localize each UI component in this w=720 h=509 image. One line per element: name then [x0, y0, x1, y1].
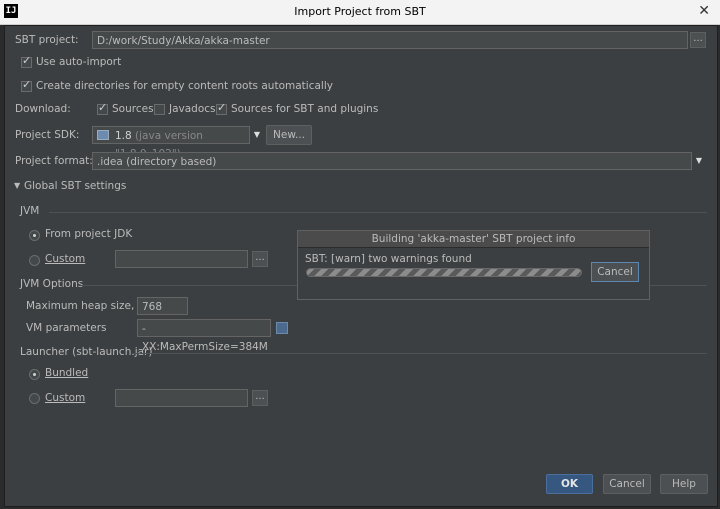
jvm-separator — [49, 212, 707, 213]
jvm-from-jdk-label: From project JDK — [45, 228, 133, 240]
launcher-custom-label: Custom — [45, 392, 86, 404]
project-sdk-combo[interactable]: 1.8 (java version "1.8.0_102") — [92, 126, 263, 160]
launcher-browse-button[interactable]: ... — [252, 390, 268, 406]
cancel-button[interactable]: Cancel — [603, 474, 651, 494]
collapse-arrow-icon[interactable]: ▼ — [14, 181, 20, 190]
sources-checkbox[interactable] — [97, 101, 108, 115]
jvm-browse-button[interactable]: ... — [252, 251, 268, 267]
help-button[interactable]: Help — [660, 474, 708, 494]
jvm-section-header: JVM — [20, 205, 40, 217]
ok-button[interactable]: OK — [546, 474, 593, 494]
heap-size-label: Maximum heap size, MB — [26, 300, 154, 312]
jvm-custom-label: Custom — [45, 253, 86, 265]
auto-import-checkbox[interactable] — [21, 54, 32, 68]
launcher-section-header: Launcher (sbt-launch.jar) — [20, 346, 153, 358]
create-dirs-label: Create directories for empty content roo… — [36, 80, 333, 92]
expand-editor-icon[interactable] — [276, 322, 288, 334]
launcher-custom-path-field[interactable] — [115, 389, 248, 407]
sbt-project-label: SBT project: — [15, 34, 79, 46]
vm-parameters-field[interactable]: -XX:MaxPermSize=384M — [137, 319, 271, 353]
jvm-from-jdk-radio[interactable] — [29, 230, 40, 241]
vm-parameters-label: VM parameters — [26, 322, 107, 334]
build-progress-dialog: Building 'akka-master' SBT project info … — [297, 230, 650, 300]
new-sdk-button[interactable]: New... — [266, 125, 312, 145]
window-title-bar: IJ Import Project from SBT ✕ — [0, 0, 720, 25]
launcher-bundled-label: Bundled — [45, 367, 89, 379]
sources-label: Sources — [112, 103, 154, 115]
javadocs-checkbox[interactable] — [154, 104, 165, 115]
sbt-project-browse-button[interactable]: ... — [690, 32, 706, 48]
window-title: Import Project from SBT — [294, 5, 426, 18]
sbt-sources-label: Sources for SBT and plugins — [231, 103, 379, 115]
global-sbt-settings-header[interactable]: Global SBT settings — [24, 180, 126, 192]
download-label: Download: — [15, 103, 71, 115]
auto-import-label: Use auto-import — [36, 56, 122, 68]
indeterminate-progress-bar — [306, 268, 582, 277]
project-sdk-label: Project SDK: — [15, 129, 80, 141]
sbt-project-path-field[interactable]: D:/work/Study/Akka/akka-master — [92, 31, 688, 49]
project-format-label: Project format: — [15, 155, 93, 167]
folder-icon — [97, 130, 109, 140]
sdk-version: 1.8 — [115, 130, 132, 142]
launcher-custom-radio[interactable] — [29, 393, 40, 404]
create-dirs-checkbox[interactable] — [21, 78, 32, 92]
progress-status-text: SBT: [warn] two warnings found — [305, 253, 472, 265]
heap-size-field[interactable]: 768 — [137, 297, 188, 315]
close-icon[interactable]: ✕ — [698, 3, 710, 19]
launcher-bundled-radio[interactable] — [29, 369, 40, 380]
format-dropdown-icon[interactable]: ▼ — [691, 152, 706, 170]
jvm-options-header: JVM Options — [20, 278, 84, 290]
progress-dialog-title: Building 'akka-master' SBT project info — [298, 231, 649, 248]
sdk-dropdown-icon[interactable]: ▼ — [249, 126, 264, 144]
progress-cancel-button[interactable]: Cancel — [591, 262, 639, 282]
jvm-custom-radio[interactable] — [29, 255, 40, 266]
launcher-separator — [132, 353, 707, 354]
project-format-combo[interactable]: .idea (directory based) — [92, 152, 705, 170]
jvm-custom-path-field[interactable] — [115, 250, 248, 268]
javadocs-label: Javadocs — [169, 103, 216, 115]
sbt-sources-checkbox[interactable] — [216, 101, 227, 115]
